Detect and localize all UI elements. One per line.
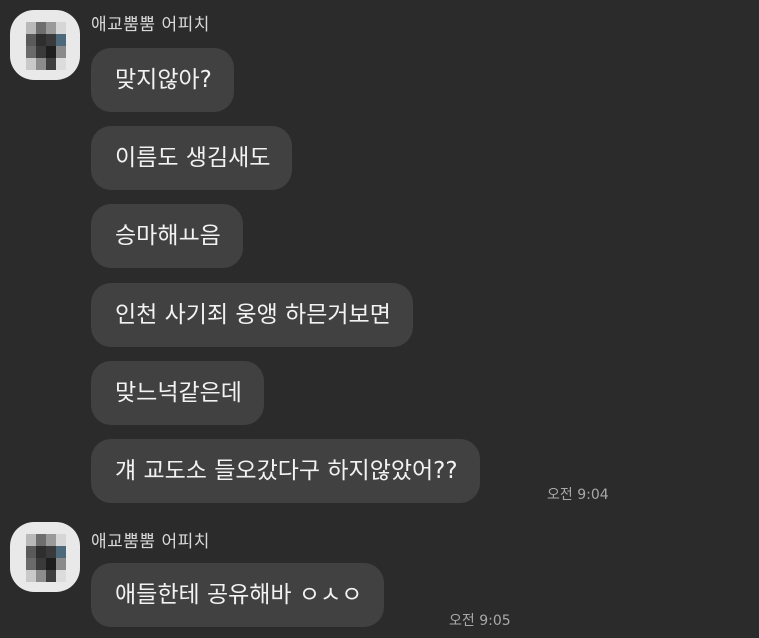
sender-name: 애교뿜뿜 어피치 (91, 15, 210, 35)
sender-name: 애교뿜뿜 어피치 (91, 532, 210, 552)
message-bubble[interactable]: 승마해ㅛ음 (91, 204, 243, 268)
message-bubble[interactable]: 맞지않아? (91, 48, 234, 112)
message-bubble[interactable]: 애들한테 공유해바 ㅇㅅㅇ (91, 563, 385, 627)
profile-avatar-blurred-icon (26, 534, 66, 582)
message-bubble[interactable]: 맞느넉같은데 (91, 361, 264, 425)
avatar[interactable] (10, 522, 80, 592)
avatar[interactable] (10, 10, 80, 80)
profile-avatar-blurred-icon (26, 22, 66, 70)
message-timestamp: 오전 9:04 (547, 487, 609, 503)
chat-window: 애교뿜뿜 어피치 맞지않아? 이름도 생김새도 승마해ㅛ음 인천 사기죄 웅앵 … (0, 0, 759, 638)
message-bubble[interactable]: 이름도 생김새도 (91, 126, 293, 190)
message-bubble[interactable]: 걔 교도소 들오갔다구 하지않았어?? (91, 439, 480, 503)
message-timestamp: 오전 9:05 (449, 613, 511, 629)
message-bubble[interactable]: 인천 사기죄 웅앵 하믄거보면 (91, 283, 413, 347)
